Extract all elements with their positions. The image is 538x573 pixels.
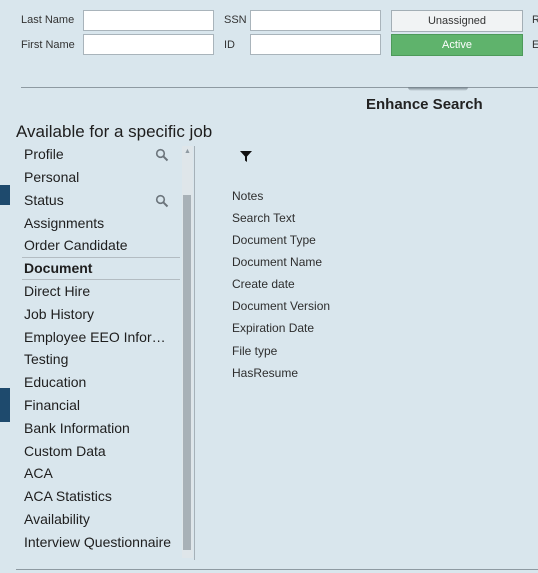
field-item[interactable]: Document Version [232, 299, 330, 313]
first-name-label: First Name [21, 39, 75, 51]
unassigned-button[interactable]: Unassigned [391, 10, 523, 32]
selected-separator-bottom [22, 279, 180, 280]
id-field[interactable] [250, 34, 381, 55]
field-item[interactable]: Create date [232, 277, 295, 291]
search-icon[interactable] [155, 194, 169, 208]
category-item[interactable]: Status [24, 192, 64, 208]
category-item[interactable]: Employee EEO Infor… [24, 329, 166, 345]
category-item[interactable]: Financial [24, 397, 80, 413]
category-scrollbar-thumb[interactable] [183, 195, 191, 550]
category-item[interactable]: ACA Statistics [24, 488, 112, 504]
field-item[interactable]: Document Type [232, 233, 316, 247]
category-item[interactable]: Custom Data [24, 443, 106, 459]
field-item[interactable]: Expiration Date [232, 321, 314, 335]
field-item[interactable]: Document Name [232, 255, 322, 269]
category-item[interactable]: Bank Information [24, 420, 130, 436]
ssn-label: SSN [224, 14, 247, 26]
filter-icon[interactable] [240, 151, 252, 162]
ssn-field[interactable] [250, 10, 381, 31]
category-item[interactable]: Availability [24, 511, 90, 527]
last-name-field[interactable] [83, 10, 214, 31]
first-name-field[interactable] [83, 34, 214, 55]
side-marker-2 [0, 388, 10, 422]
scroll-up-icon[interactable]: ▲ [182, 146, 193, 158]
category-item[interactable]: Personal [24, 169, 79, 185]
field-item[interactable]: Search Text [232, 211, 295, 225]
panel-divider [194, 146, 195, 560]
side-marker-1 [0, 185, 10, 205]
field-item[interactable]: Notes [232, 189, 263, 203]
field-item[interactable]: HasResume [232, 366, 298, 380]
category-item[interactable]: Direct Hire [24, 283, 90, 299]
id-label: ID [224, 39, 235, 51]
last-name-label: Last Name [21, 14, 75, 26]
category-item[interactable]: Assignments [24, 215, 104, 231]
category-item[interactable]: Order Candidate [24, 237, 128, 253]
category-item-selected[interactable]: Document [24, 260, 92, 276]
search-icon[interactable] [155, 148, 169, 162]
category-item[interactable]: ACA [24, 465, 53, 481]
field-item[interactable]: File type [232, 344, 277, 358]
selected-separator-top [22, 257, 180, 258]
enhance-search-label[interactable]: Enhance Search [366, 96, 483, 113]
panel-title: Available for a specific job [16, 122, 213, 141]
bottom-divider [16, 569, 538, 570]
category-item[interactable]: Profile [24, 146, 64, 162]
divider-shadow [408, 87, 468, 91]
active-button[interactable]: Active [391, 34, 523, 56]
right-edge-label-1: R [532, 14, 538, 26]
right-edge-label-2: E [532, 39, 538, 51]
category-item[interactable]: Education [24, 374, 86, 390]
category-item[interactable]: Testing [24, 351, 68, 367]
category-item[interactable]: Job History [24, 306, 94, 322]
category-item[interactable]: Interview Questionnaire [24, 534, 171, 550]
